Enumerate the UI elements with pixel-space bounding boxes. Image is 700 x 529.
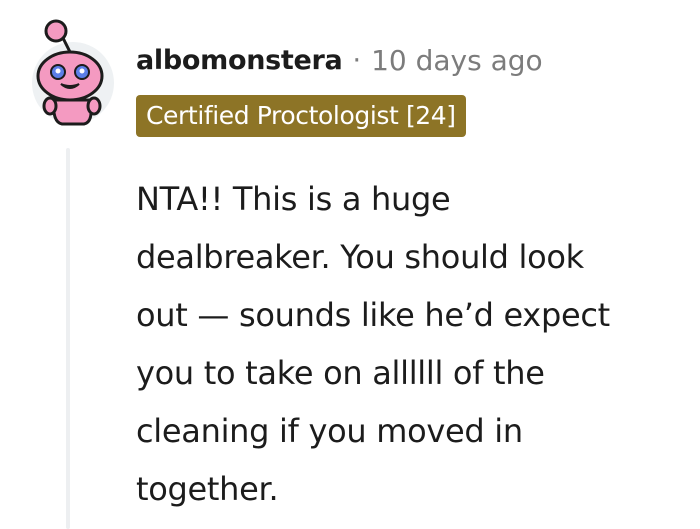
- reddit-snoo-avatar-icon: [36, 19, 104, 126]
- comment-body-line: cleaning if you moved in: [136, 412, 523, 450]
- comment-body-line: together.: [136, 470, 279, 508]
- comment-body-line: you to take on allllll of the: [136, 354, 545, 392]
- user-flair-badge: Certified Proctologist [24]: [136, 95, 466, 137]
- username-link[interactable]: albomonstera: [136, 45, 343, 76]
- comment-timestamp[interactable]: 10 days ago: [371, 44, 543, 77]
- user-avatar[interactable]: [28, 14, 114, 128]
- comment: albomonstera · 10 days ago Certified Pro…: [0, 0, 700, 529]
- meta-separator: ·: [352, 44, 362, 76]
- comment-body-line: dealbreaker. You should look: [136, 238, 584, 276]
- comment-body-line: out — sounds like he’d expect: [136, 296, 610, 334]
- comment-body: NTA!! This is a huge dealbreaker. You sh…: [136, 170, 698, 518]
- comment-body-line: NTA!! This is a huge: [136, 180, 451, 218]
- thread-collapse-line[interactable]: [66, 148, 70, 529]
- comment-meta: albomonstera · 10 days ago: [136, 40, 543, 80]
